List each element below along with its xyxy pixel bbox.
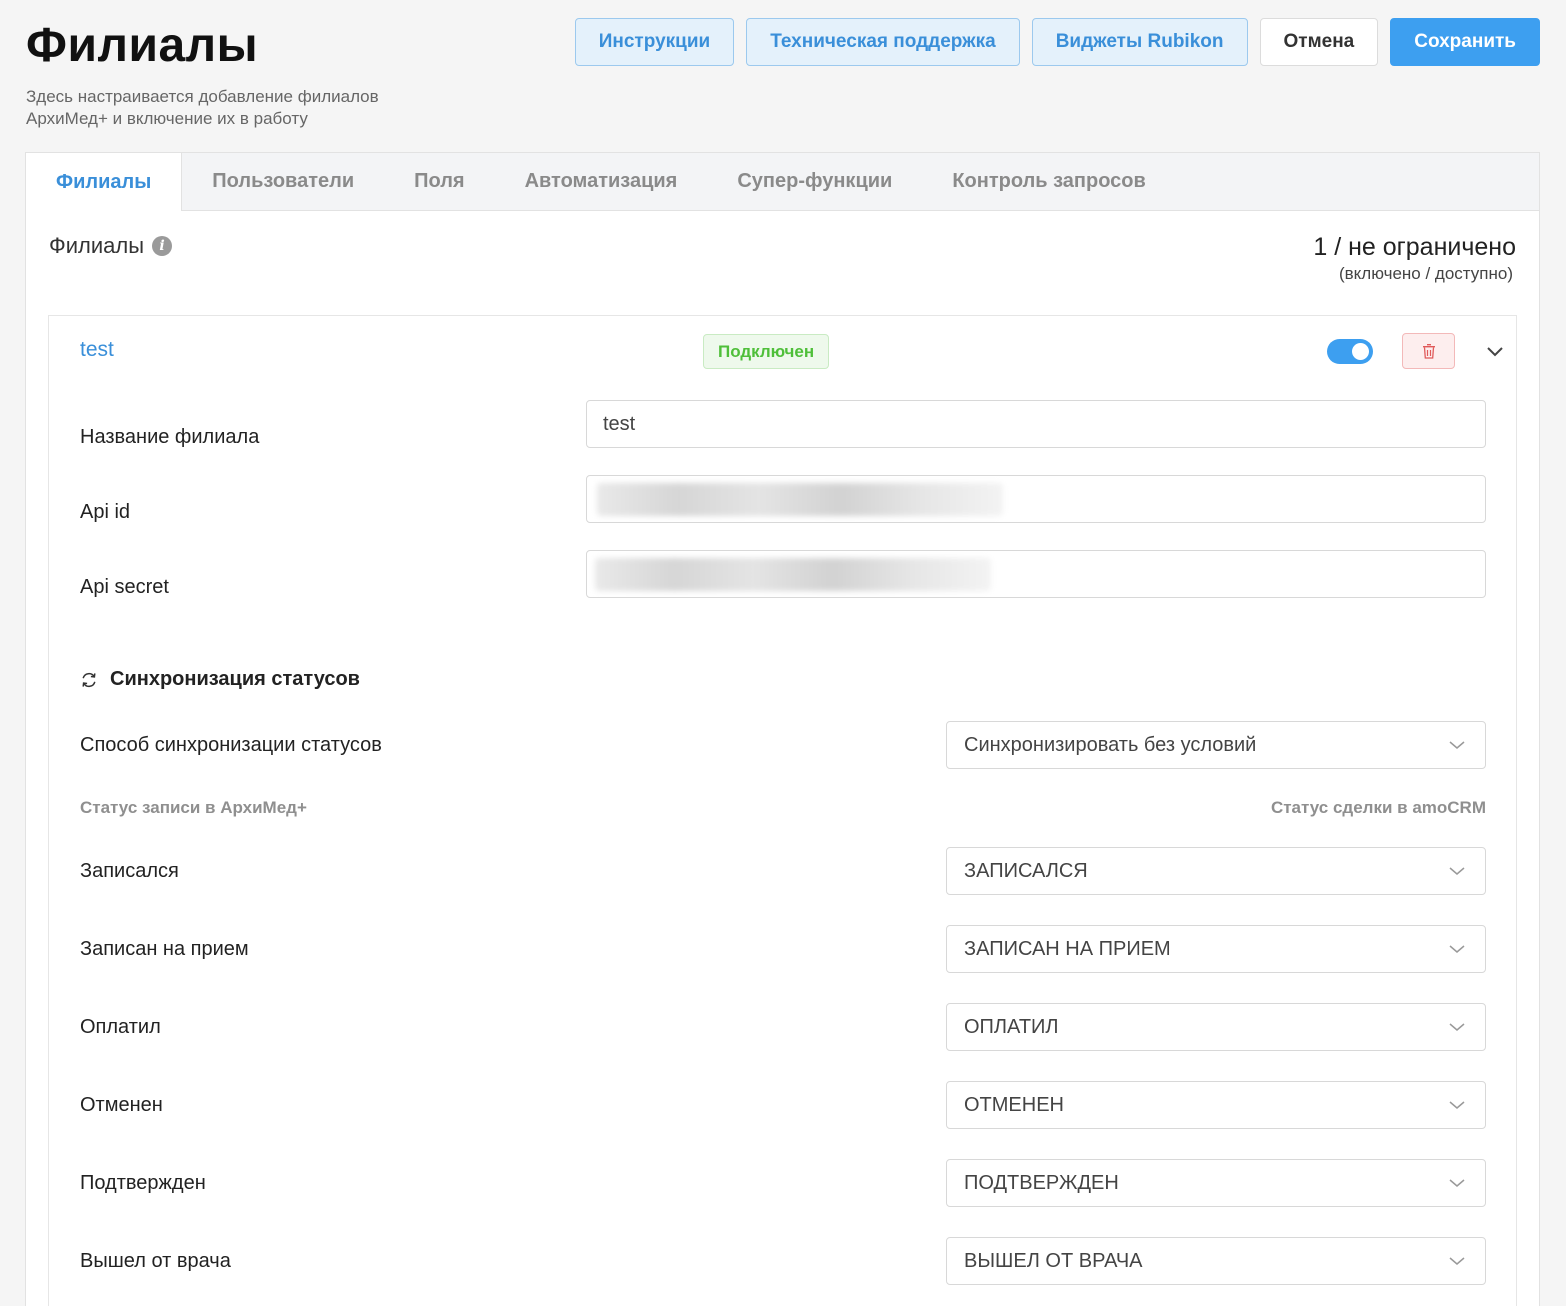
status-select[interactable]: ОТМЕНЕН xyxy=(946,1081,1486,1129)
page-title: Филиалы xyxy=(26,19,259,72)
status-row-label: Записан на прием xyxy=(80,938,249,960)
widgets-button[interactable]: Виджеты Rubikon xyxy=(1031,18,1248,66)
limit-count: 1 / не ограничено xyxy=(1313,233,1516,261)
chevron-down-icon xyxy=(1449,1101,1465,1109)
api-id-label: Api id xyxy=(80,501,131,523)
sync-icon xyxy=(82,672,96,687)
branch-name-link[interactable]: test xyxy=(80,338,114,362)
delete-branch-button[interactable] xyxy=(1402,333,1455,369)
section-header: Филиалы i xyxy=(49,233,173,259)
status-select-value: ЗАПИСАН НА ПРИЕМ xyxy=(964,937,1171,960)
chevron-down-icon xyxy=(1449,867,1465,875)
chevron-down-icon xyxy=(1449,1257,1465,1265)
chevron-down-icon xyxy=(1449,741,1465,749)
sync-method-label: Способ синхронизации статусов xyxy=(80,734,382,756)
api-id-redacted xyxy=(597,482,1003,516)
status-select-value: ОПЛАТИЛ xyxy=(964,1015,1059,1038)
api-secret-input[interactable] xyxy=(586,550,1486,598)
limit-caption: (включено / доступно) xyxy=(1338,264,1513,283)
section-title: Филиалы xyxy=(49,233,145,258)
status-row-label: Вышел от врача xyxy=(80,1250,231,1272)
status-select[interactable]: ЗАПИСАЛСЯ xyxy=(946,847,1486,895)
api-secret-label: Api secret xyxy=(80,576,169,598)
status-select-value: ПОДТВЕРЖДЕН xyxy=(964,1171,1119,1194)
status-row-label: Оплатил xyxy=(80,1016,161,1038)
trash-icon xyxy=(1422,344,1435,359)
branch-enabled-toggle[interactable] xyxy=(1327,339,1373,364)
amocrm-status-caption: Статус сделки в amoCRM xyxy=(1270,798,1486,817)
tab-fields[interactable]: Поля xyxy=(384,153,494,210)
instructions-button[interactable]: Инструкции xyxy=(574,18,735,66)
branch-limit: 1 / не ограничено (включено / доступно) xyxy=(1313,233,1516,284)
status-row-label: Подтвержден xyxy=(80,1172,206,1194)
tab-branches[interactable]: Филиалы xyxy=(26,153,183,211)
cancel-button[interactable]: Отмена xyxy=(1259,18,1379,66)
branch-panel: test Подключен Название филиала test Api… xyxy=(48,315,1517,1306)
status-select[interactable]: ЗАПИСАН НА ПРИЕМ xyxy=(946,925,1486,973)
status-badge: Подключен xyxy=(703,334,830,369)
status-select-value: ВЫШЕЛ ОТ ВРАЧА xyxy=(964,1249,1143,1272)
save-button[interactable]: Сохранить xyxy=(1390,18,1540,66)
archimed-status-caption: Статус записи в АрхиМед+ xyxy=(80,798,307,817)
api-secret-redacted xyxy=(595,557,991,591)
tab-automation[interactable]: Автоматизация xyxy=(495,153,708,210)
status-select-value: ЗАПИСАЛСЯ xyxy=(964,859,1088,882)
page-subtitle: Здесь настраивается добавление филиалов … xyxy=(26,87,379,128)
info-icon[interactable]: i xyxy=(152,236,173,256)
tab-bar: Филиалы Пользователи Поля Автоматизация … xyxy=(26,153,1539,211)
sync-section-header: Синхронизация статусов xyxy=(80,668,360,691)
status-select[interactable]: ВЫШЕЛ ОТ ВРАЧА xyxy=(946,1237,1486,1285)
api-id-input[interactable] xyxy=(586,475,1486,523)
tab-users[interactable]: Пользователи xyxy=(182,153,384,210)
sync-method-value: Синхронизировать без условий xyxy=(964,733,1257,756)
toggle-knob xyxy=(1352,343,1369,360)
support-button[interactable]: Техническая поддержка xyxy=(746,18,1020,66)
chevron-down-icon xyxy=(1449,945,1465,953)
tab-request-control[interactable]: Контроль запросов xyxy=(922,153,1175,210)
status-select[interactable]: ОПЛАТИЛ xyxy=(946,1003,1486,1051)
sync-title: Синхронизация статусов xyxy=(110,668,360,690)
branch-name-input[interactable]: test xyxy=(586,400,1486,448)
sync-method-select[interactable]: Синхронизировать без условий xyxy=(946,721,1486,769)
tab-super-functions[interactable]: Супер-функции xyxy=(707,153,922,210)
status-row-label: Отменен xyxy=(80,1094,163,1116)
chevron-down-icon xyxy=(1449,1023,1465,1031)
branch-name-label: Название филиала xyxy=(80,426,260,448)
status-row-label: Записался xyxy=(80,860,179,882)
chevron-down-icon[interactable] xyxy=(1483,341,1507,361)
settings-card: Филиалы Пользователи Поля Автоматизация … xyxy=(25,152,1540,1306)
status-select[interactable]: ПОДТВЕРЖДЕН xyxy=(946,1159,1486,1207)
chevron-down-icon xyxy=(1449,1179,1465,1187)
header-actions: Инструкции Техническая поддержка Виджеты… xyxy=(574,18,1540,66)
status-select-value: ОТМЕНЕН xyxy=(964,1093,1064,1116)
